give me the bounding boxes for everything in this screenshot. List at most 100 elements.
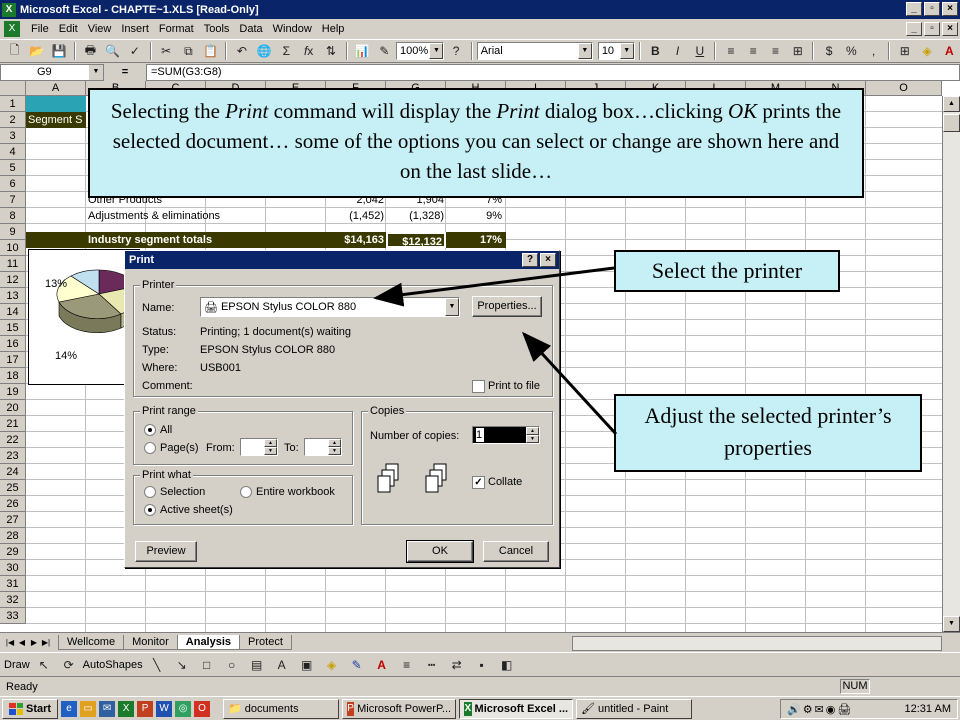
menu-format[interactable]: Format bbox=[154, 23, 199, 35]
task-paint[interactable]: 🖌 untitled - Paint bbox=[576, 698, 693, 719]
chevron-down-icon[interactable]: ▼ bbox=[445, 298, 459, 316]
task-powerpoint[interactable]: P Microsoft PowerP... bbox=[342, 698, 457, 719]
row-header[interactable]: 19 bbox=[0, 384, 26, 400]
help-button[interactable]: ? bbox=[522, 253, 538, 267]
rectangle-icon[interactable]: □ bbox=[196, 655, 218, 675]
spelling-icon[interactable]: ✓ bbox=[124, 41, 145, 61]
internet-explorer-icon[interactable]: e bbox=[61, 700, 78, 717]
chevron-down-icon[interactable]: ▼ bbox=[89, 64, 103, 80]
undo-icon[interactable]: ↶ bbox=[231, 41, 252, 61]
powerpoint-quick-icon[interactable]: P bbox=[137, 700, 154, 717]
font-color-draw-icon[interactable]: A bbox=[371, 655, 393, 675]
access-quick-icon[interactable]: ◎ bbox=[175, 700, 192, 717]
col-header-a[interactable]: A bbox=[26, 81, 86, 96]
row-header[interactable]: 2 bbox=[0, 112, 26, 128]
print-icon[interactable]: 🖶 bbox=[80, 41, 101, 61]
task-excel[interactable]: X Microsoft Excel ... bbox=[459, 698, 574, 719]
row-header[interactable]: 24 bbox=[0, 464, 26, 480]
menu-view[interactable]: View bbox=[83, 23, 117, 35]
row-header[interactable]: 30 bbox=[0, 560, 26, 576]
preview-button[interactable]: Preview bbox=[135, 541, 197, 562]
font-combo[interactable]: Arial ▼ bbox=[476, 42, 593, 60]
fill-color-draw-icon[interactable]: ◈ bbox=[321, 655, 343, 675]
textbox-icon[interactable]: ▤ bbox=[246, 655, 268, 675]
menu-insert[interactable]: Insert bbox=[116, 23, 154, 35]
doc-restore-button[interactable]: ▫ bbox=[924, 22, 940, 36]
free-rotate-icon[interactable]: ⟳ bbox=[58, 655, 80, 675]
fill-color-icon[interactable]: ◈ bbox=[916, 41, 937, 61]
align-right-icon[interactable]: ≡ bbox=[765, 41, 786, 61]
row-header[interactable]: 29 bbox=[0, 544, 26, 560]
cell-g8[interactable]: (1,328) bbox=[386, 208, 444, 224]
tab-wellcome[interactable]: Wellcome bbox=[58, 635, 125, 650]
prev-sheet-icon[interactable]: ◀ bbox=[16, 636, 28, 650]
row-header[interactable]: 18 bbox=[0, 368, 26, 384]
equals-icon[interactable]: = bbox=[104, 66, 146, 78]
outlook-icon[interactable]: ✉ bbox=[99, 700, 116, 717]
sort-icon[interactable]: ⇅ bbox=[320, 41, 341, 61]
collate-checkbox[interactable]: ✓ bbox=[472, 476, 485, 489]
row-header[interactable]: 16 bbox=[0, 336, 26, 352]
autosum-icon[interactable]: Σ bbox=[276, 41, 297, 61]
tab-protect[interactable]: Protect bbox=[239, 635, 292, 650]
ok-button[interactable]: OK bbox=[406, 540, 474, 563]
cell-a2[interactable]: Segment S bbox=[26, 112, 86, 128]
last-sheet-icon[interactable]: ▶| bbox=[40, 636, 52, 650]
cell-f8[interactable]: (1,452) bbox=[326, 208, 384, 224]
restore-button[interactable]: ▫ bbox=[924, 2, 940, 16]
oval-icon[interactable]: ○ bbox=[221, 655, 243, 675]
task-documents[interactable]: 📁 documents bbox=[223, 698, 340, 719]
row-header[interactable]: 11 bbox=[0, 256, 26, 272]
line-color-icon[interactable]: ✎ bbox=[346, 655, 368, 675]
menu-data[interactable]: Data bbox=[234, 23, 267, 35]
align-left-icon[interactable]: ≡ bbox=[720, 41, 741, 61]
what-active-radio[interactable] bbox=[144, 504, 156, 516]
arrow-icon[interactable]: ↘ bbox=[171, 655, 193, 675]
percent-icon[interactable]: % bbox=[841, 41, 862, 61]
spin-down-icon[interactable]: ▼ bbox=[328, 447, 341, 455]
vertical-scrollbar[interactable]: ▲ ▼ bbox=[942, 96, 960, 632]
chevron-down-icon[interactable]: ▼ bbox=[429, 43, 444, 59]
from-spinner[interactable]: ▲ ▼ bbox=[240, 438, 278, 456]
show-desktop-icon[interactable]: ▭ bbox=[80, 700, 97, 717]
spin-up-icon[interactable]: ▲ bbox=[328, 439, 341, 447]
hyperlink-icon[interactable]: 🌐 bbox=[254, 41, 275, 61]
tab-analysis[interactable]: Analysis bbox=[176, 635, 241, 650]
cell-f9[interactable]: $14,163 bbox=[326, 232, 384, 248]
start-button[interactable]: Start bbox=[2, 698, 59, 719]
clock[interactable]: 12:31 AM bbox=[905, 703, 951, 715]
row-header[interactable]: 22 bbox=[0, 432, 26, 448]
row-header[interactable]: 6 bbox=[0, 176, 26, 192]
spin-down-icon[interactable]: ▼ bbox=[264, 447, 277, 455]
row-header[interactable]: 12 bbox=[0, 272, 26, 288]
workbook-icon[interactable]: X bbox=[4, 21, 20, 37]
3d-icon[interactable]: ◧ bbox=[496, 655, 518, 675]
menu-window[interactable]: Window bbox=[268, 23, 317, 35]
drawing-icon[interactable]: ✎ bbox=[374, 41, 395, 61]
scroll-thumb[interactable] bbox=[943, 114, 960, 132]
paste-icon[interactable]: 📋 bbox=[200, 41, 221, 61]
row-header[interactable]: 33 bbox=[0, 608, 26, 624]
menu-tools[interactable]: Tools bbox=[199, 23, 235, 35]
dialog-close-button[interactable]: × bbox=[540, 253, 556, 267]
row-header[interactable]: 7 bbox=[0, 192, 26, 208]
properties-button[interactable]: Properties... bbox=[472, 296, 542, 317]
chart-wizard-icon[interactable]: 📊 bbox=[352, 41, 373, 61]
name-box[interactable]: G9 ▼ bbox=[0, 63, 104, 81]
opera-quick-icon[interactable]: O bbox=[194, 700, 211, 717]
spin-down-icon[interactable]: ▼ bbox=[526, 435, 539, 443]
row-header[interactable]: 15 bbox=[0, 320, 26, 336]
row-header[interactable]: 3 bbox=[0, 128, 26, 144]
chevron-down-icon[interactable]: ▼ bbox=[577, 43, 592, 59]
spin-up-icon[interactable]: ▲ bbox=[526, 427, 539, 435]
row-header[interactable]: 17 bbox=[0, 352, 26, 368]
print-preview-icon[interactable]: 🔍 bbox=[102, 41, 123, 61]
to-spinner[interactable]: ▲ ▼ bbox=[304, 438, 342, 456]
italic-icon[interactable]: I bbox=[667, 41, 688, 61]
cancel-button[interactable]: Cancel bbox=[483, 541, 549, 562]
formula-input[interactable]: =SUM(G3:G8) bbox=[146, 63, 960, 81]
row-header[interactable]: 8 bbox=[0, 208, 26, 224]
shadow-icon[interactable]: ▪ bbox=[471, 655, 493, 675]
wordart-icon[interactable]: A bbox=[271, 655, 293, 675]
cell-b8[interactable]: Adjustments & eliminations bbox=[88, 208, 220, 224]
